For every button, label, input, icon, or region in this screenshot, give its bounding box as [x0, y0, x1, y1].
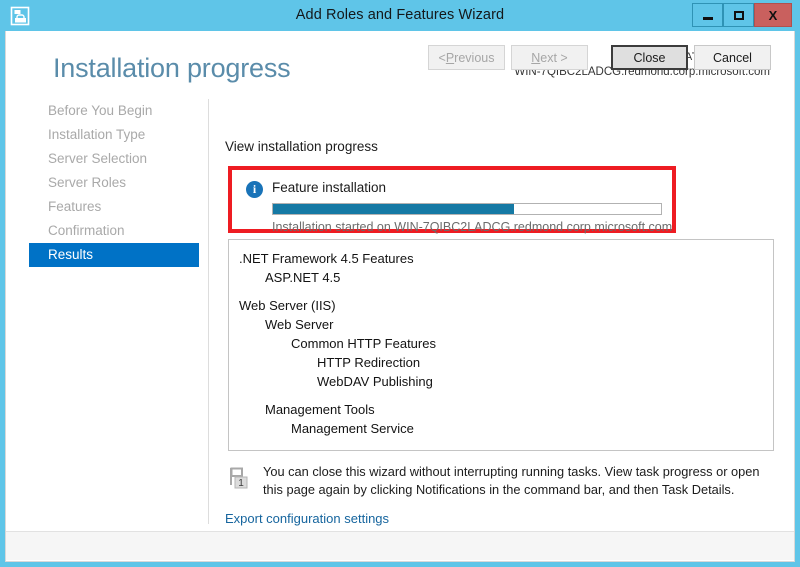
cancel-button[interactable]: Cancel: [694, 45, 771, 70]
sidebar-divider: [208, 99, 209, 524]
close-window-button[interactable]: X: [754, 3, 792, 27]
minimize-icon: [702, 16, 713, 20]
sidebar-item-before-you-begin[interactable]: Before You Begin: [6, 99, 208, 123]
results-list-item: Common HTTP Features: [291, 336, 436, 351]
svg-text:1: 1: [238, 478, 244, 489]
installation-status-text: Installation started on WIN-7QIBC2LADCG.…: [272, 220, 673, 234]
sidebar-item-server-selection[interactable]: Server Selection: [6, 147, 208, 171]
sidebar-item-confirmation[interactable]: Confirmation: [6, 219, 208, 243]
maximize-button[interactable]: [723, 3, 754, 27]
sidebar-item-features[interactable]: Features: [6, 195, 208, 219]
installation-progress-bar: [272, 203, 662, 215]
installation-progress-panel: i Feature installation Installation star…: [228, 166, 676, 234]
results-list-item: Web Server (IIS): [239, 298, 336, 313]
results-spacer: [239, 391, 773, 400]
info-icon: i: [246, 181, 263, 198]
wizard-steps-sidebar: Before You Begin Installation Type Serve…: [6, 99, 208, 524]
page-title: Installation progress: [53, 53, 291, 83]
results-list-item: Management Service: [291, 421, 414, 436]
results-list-item: HTTP Redirection: [317, 355, 421, 370]
notification-flag-icon: 1: [230, 467, 248, 489]
results-list-item: Management Tools: [265, 402, 375, 417]
export-configuration-settings-link[interactable]: Export configuration settings: [225, 511, 389, 526]
results-list-item: Web Server: [265, 317, 334, 332]
maximize-icon: [733, 10, 744, 20]
installed-features-panel[interactable]: .NET Framework 4.5 Features ASP.NET 4.5 W…: [228, 239, 774, 451]
next-button[interactable]: Next >: [511, 45, 588, 70]
client-area: Installation progress DESTINATION SERVER…: [5, 31, 795, 562]
window-title: Add Roles and Features Wizard: [295, 7, 505, 23]
close-button[interactable]: Close: [611, 45, 688, 70]
title-bar: Add Roles and Features Wizard X: [0, 0, 800, 31]
results-spacer: [239, 287, 773, 296]
results-list-item: WebDAV Publishing: [317, 374, 433, 389]
results-list-item: ASP.NET 4.5: [265, 270, 341, 285]
previous-button[interactable]: < Previous: [428, 45, 505, 70]
view-installation-progress-label: View installation progress: [225, 139, 378, 154]
feature-installation-label: Feature installation: [272, 180, 387, 195]
minimize-button[interactable]: [692, 3, 723, 27]
wizard-notice-text: You can close this wizard without interr…: [263, 464, 760, 497]
sidebar-item-installation-type[interactable]: Installation Type: [6, 123, 208, 147]
wizard-window: Add Roles and Features Wizard X Installa…: [0, 0, 800, 567]
footer-bar: [6, 532, 794, 560]
results-list-item: .NET Framework 4.5 Features: [239, 251, 414, 266]
progress-bar-fill: [273, 204, 514, 214]
sidebar-item-results[interactable]: Results: [29, 243, 199, 267]
sidebar-item-server-roles[interactable]: Server Roles: [6, 171, 208, 195]
installed-features-list: .NET Framework 4.5 Features ASP.NET 4.5 W…: [229, 240, 773, 438]
